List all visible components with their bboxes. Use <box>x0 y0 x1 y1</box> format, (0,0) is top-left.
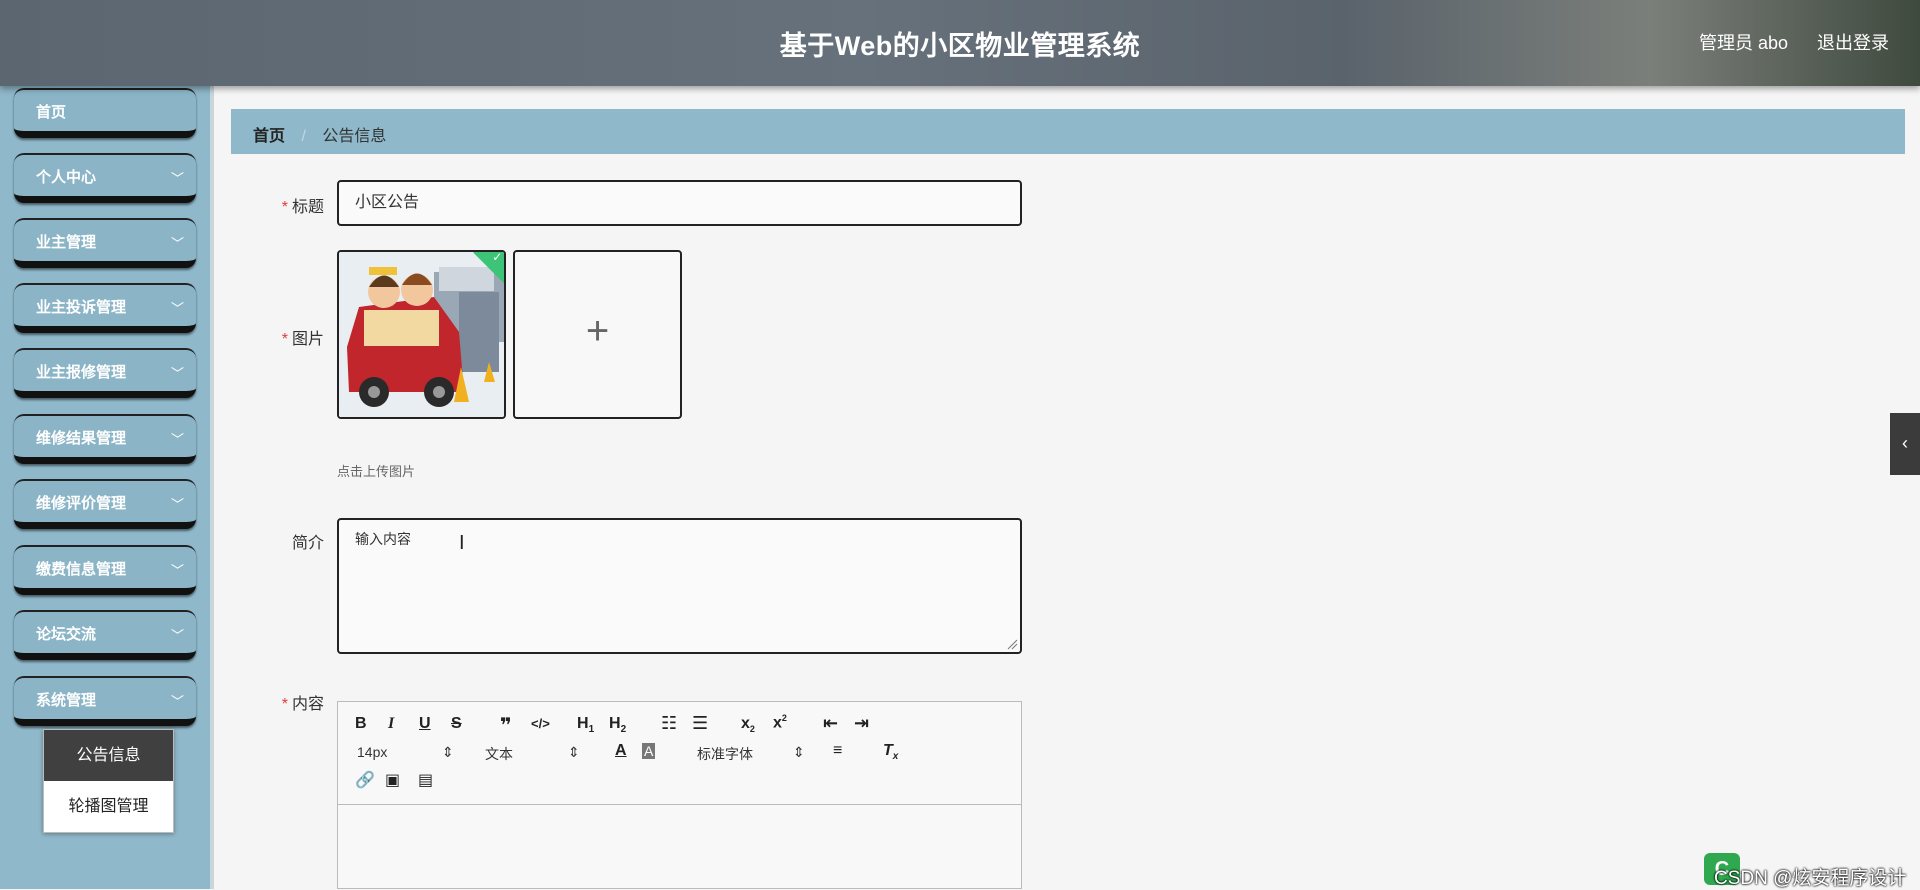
check-icon: ✓ <box>492 250 502 264</box>
font-size-select[interactable]: 14px <box>357 744 387 760</box>
italic-icon[interactable]: I <box>388 715 394 733</box>
top-header: 基于Web的小区物业管理系统 管理员 abo 退出登录 <box>0 0 1920 86</box>
sidebar-item-label: 业主管理 <box>36 234 96 251</box>
intro-label: 简介 <box>270 529 324 553</box>
plus-icon: + <box>515 252 680 417</box>
font-family-select[interactable]: 标准字体 <box>697 744 753 764</box>
select-arrows-icon: ⇕ <box>568 744 580 761</box>
resize-handle-icon[interactable] <box>1006 638 1018 650</box>
select-arrows-icon: ⇕ <box>442 744 454 761</box>
sidebar-item-complaints[interactable]: 业主投诉管理 ﹀ <box>14 283 196 333</box>
chevron-down-icon: ﹀ <box>171 168 184 187</box>
upload-hint: 点击上传图片 <box>337 461 415 480</box>
image-icon[interactable]: ▣ <box>385 770 400 790</box>
content-label-text: 内容 <box>292 696 324 713</box>
sidebar-item-profile[interactable]: 个人中心 ﹀ <box>14 153 196 203</box>
chevron-down-icon: ﹀ <box>171 363 184 382</box>
breadcrumb: 首页 / 公告信息 <box>231 109 1905 154</box>
heading1-icon[interactable]: H1 <box>577 715 594 735</box>
link-icon[interactable]: 🔗 <box>355 770 375 790</box>
bold-icon[interactable]: B <box>355 715 367 733</box>
title-label: *标题 <box>270 193 324 217</box>
underline-icon[interactable]: U <box>419 715 431 733</box>
chevron-down-icon: ﹀ <box>171 233 184 252</box>
sidebar-item-repair-results[interactable]: 维修结果管理 ﹀ <box>14 414 196 464</box>
sidebar-item-label: 缴费信息管理 <box>36 561 126 578</box>
outdent-icon[interactable]: ⇤ <box>823 713 838 734</box>
title-label-text: 标题 <box>292 199 324 216</box>
chevron-down-icon: ﹀ <box>171 691 184 710</box>
image-label: *图片 <box>270 325 324 349</box>
app-title: 基于Web的小区物业管理系统 <box>0 24 1920 63</box>
uploaded-image-thumbnail[interactable]: ✓ <box>337 250 506 419</box>
content-label: *内容 <box>270 690 324 714</box>
sidebar-item-payments[interactable]: 缴费信息管理 ﹀ <box>14 545 196 595</box>
sidebar-item-label: 业主报修管理 <box>36 364 126 381</box>
ordered-list-icon[interactable]: ☷ <box>661 713 677 734</box>
breadcrumb-home[interactable]: 首页 <box>253 128 285 145</box>
sidebar-item-label: 维修结果管理 <box>36 430 126 447</box>
chevron-down-icon: ﹀ <box>171 625 184 644</box>
intro-textarea[interactable]: 输入内容 I <box>337 518 1022 654</box>
breadcrumb-current: 公告信息 <box>322 128 386 145</box>
clear-format-icon[interactable]: Tx <box>883 742 898 762</box>
subscript-icon[interactable]: x2 <box>741 715 755 734</box>
taxi-illustration <box>339 252 504 417</box>
sidebar-item-label: 论坛交流 <box>36 626 96 643</box>
video-icon[interactable]: ▤ <box>418 770 433 790</box>
rich-text-editor[interactable]: B I U S ❞ </> H1 H2 ☷ ☰ x2 x2 ⇤ ⇥ 14px ⇕… <box>337 701 1022 889</box>
sidebar-item-forum[interactable]: 论坛交流 ﹀ <box>14 610 196 660</box>
required-mark: * <box>282 696 288 713</box>
paragraph-select[interactable]: 文本 <box>485 744 513 764</box>
sidebar-item-repairs[interactable]: 业主报修管理 ﹀ <box>14 348 196 398</box>
align-icon[interactable]: ≡ <box>833 742 842 760</box>
chevron-down-icon: ﹀ <box>171 429 184 448</box>
select-arrows-icon: ⇕ <box>793 744 805 761</box>
breadcrumb-separator: / <box>301 128 305 145</box>
sidebar-item-repair-reviews[interactable]: 维修评价管理 ﹀ <box>14 479 196 529</box>
font-color-icon[interactable]: A <box>615 742 627 760</box>
blockquote-icon[interactable]: ❞ <box>500 713 512 738</box>
code-block-icon[interactable]: </> <box>531 716 550 731</box>
system-submenu: 公告信息 轮播图管理 <box>43 729 174 833</box>
text-cursor-icon: I <box>459 532 465 555</box>
submenu-item-notices[interactable]: 公告信息 <box>44 730 173 781</box>
sidebar-item-label: 个人中心 <box>36 169 96 186</box>
image-label-text: 图片 <box>292 331 324 348</box>
chevron-down-icon: ﹀ <box>171 560 184 579</box>
sidebar-item-label: 维修评价管理 <box>36 495 126 512</box>
upload-image-button[interactable]: + <box>513 250 682 419</box>
chevron-left-icon: ‹ <box>1902 433 1908 453</box>
submenu-item-carousel[interactable]: 轮播图管理 <box>44 781 173 832</box>
bullet-list-icon[interactable]: ☰ <box>692 713 708 734</box>
heading2-icon[interactable]: H2 <box>609 715 626 735</box>
editor-toolbar: B I U S ❞ </> H1 H2 ☷ ☰ x2 x2 ⇤ ⇥ 14px ⇕… <box>338 702 1021 805</box>
sidebar-item-label: 业主投诉管理 <box>36 299 126 316</box>
chevron-down-icon: ﹀ <box>171 494 184 513</box>
watermark-text: CSDN @炫安程序设计 <box>1714 863 1906 890</box>
watermark: C CSDN @炫安程序设计 <box>1702 849 1920 889</box>
sidebar-item-system[interactable]: 系统管理 ﹀ <box>14 676 196 726</box>
intro-text: 输入内容 <box>355 531 411 547</box>
required-mark: * <box>282 199 288 216</box>
background-color-icon[interactable]: A <box>642 743 655 759</box>
chevron-down-icon: ﹀ <box>171 298 184 317</box>
indent-icon[interactable]: ⇥ <box>854 713 869 734</box>
title-input[interactable]: 小区公告 <box>337 180 1022 226</box>
superscript-icon[interactable]: x2 <box>773 713 787 732</box>
strikethrough-icon[interactable]: S <box>451 715 462 733</box>
sidebar-item-label: 系统管理 <box>36 692 96 709</box>
required-mark: * <box>282 331 288 348</box>
collapse-panel-button[interactable]: ‹ <box>1890 413 1920 475</box>
logout-link[interactable]: 退出登录 <box>1817 29 1889 55</box>
current-user: 管理员 abo <box>1699 29 1788 55</box>
sidebar-item-owners[interactable]: 业主管理 ﹀ <box>14 218 196 268</box>
sidebar-item-home[interactable]: 首页 <box>14 88 196 138</box>
sidebar-item-label: 首页 <box>36 104 66 121</box>
